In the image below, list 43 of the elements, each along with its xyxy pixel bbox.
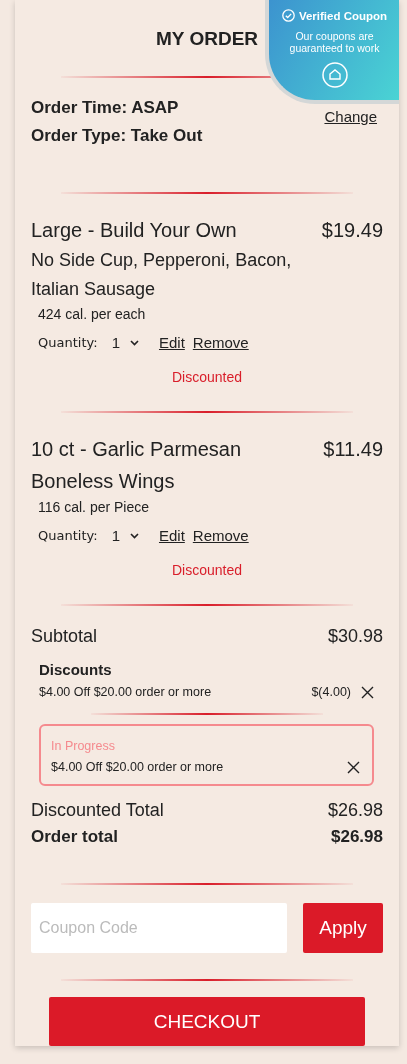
subtotal-value: $30.98 bbox=[327, 626, 383, 647]
discounted-total-label: Discounted Total bbox=[31, 800, 164, 821]
badge-title: Verified Coupon bbox=[298, 9, 388, 22]
house-icon bbox=[321, 62, 348, 88]
edit-link[interactable]: Edit bbox=[158, 334, 185, 351]
quantity-label: Quantity: bbox=[38, 528, 98, 543]
coupon-code-field[interactable]: Coupon Code bbox=[31, 903, 287, 953]
discounted-total-value: $26.98 bbox=[327, 800, 383, 821]
close-icon[interactable] bbox=[361, 685, 374, 699]
check-circle-icon bbox=[281, 9, 295, 22]
edit-link[interactable]: Edit bbox=[158, 527, 185, 544]
discount-status: Discounted bbox=[171, 369, 242, 385]
close-icon[interactable] bbox=[347, 760, 360, 774]
apply-button[interactable]: Apply bbox=[303, 903, 383, 953]
quantity-select[interactable]: 1 bbox=[105, 334, 145, 351]
coupon-text: $4.00 Off $20.00 order or more bbox=[51, 760, 224, 774]
order-total-value: $26.98 bbox=[331, 827, 383, 847]
subtotal-label: Subtotal bbox=[31, 626, 98, 647]
discount-amount: $(4.00) bbox=[311, 685, 351, 699]
item-calories: 424 cal. per each bbox=[38, 306, 147, 322]
item-calories: 116 cal. per Piece bbox=[38, 499, 151, 515]
remove-link[interactable]: Remove bbox=[192, 334, 249, 351]
checkout-button[interactable]: CHECKOUT bbox=[49, 997, 365, 1046]
change-link[interactable]: Change bbox=[324, 107, 377, 125]
order-title: MY ORDER bbox=[155, 28, 259, 50]
item-price: $11.49 bbox=[323, 437, 383, 462]
item-details: No Side Cup, Pepperoni, Bacon, Italian Sausage bbox=[31, 249, 293, 301]
in-progress-label: In Progress bbox=[51, 739, 115, 753]
item-name: 10 ct - Garlic Parmesan Boneless Wings bbox=[31, 437, 243, 494]
badge-text: Our coupons are guaranteed to work bbox=[288, 30, 381, 54]
item-price: $19.49 bbox=[321, 218, 383, 243]
chevron-icon bbox=[129, 339, 139, 346]
order-type: Order Type: Take Out bbox=[31, 126, 203, 146]
chevron-icon bbox=[129, 532, 139, 539]
discount-status: Discounted bbox=[171, 562, 242, 578]
quantity-select[interactable]: 1 bbox=[105, 527, 145, 544]
discount-text: $4.00 Off $20.00 order or more bbox=[39, 685, 212, 699]
order-total-label: Order total bbox=[31, 827, 118, 847]
order-time: Order Time: ASAP bbox=[31, 98, 180, 118]
item-name: Large - Build Your Own bbox=[31, 218, 238, 243]
discounts-title: Discounts bbox=[39, 661, 112, 678]
quantity-label: Quantity: bbox=[38, 335, 98, 350]
remove-link[interactable]: Remove bbox=[192, 527, 249, 544]
